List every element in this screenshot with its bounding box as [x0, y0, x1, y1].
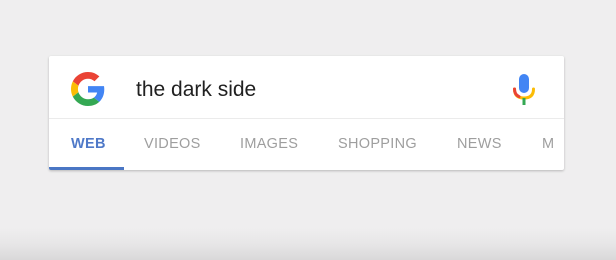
tab-news[interactable]: NEWS: [457, 119, 502, 167]
tab-videos[interactable]: VIDEOS: [144, 119, 201, 167]
tab-more[interactable]: M: [542, 119, 564, 167]
search-card: the dark side WEB VIDEOS IMAGES SHOPPING…: [49, 56, 564, 170]
tab-web[interactable]: WEB: [71, 119, 106, 167]
tab-images[interactable]: IMAGES: [240, 119, 298, 167]
search-bar: the dark side: [49, 56, 564, 118]
microphone-icon[interactable]: [511, 73, 537, 107]
google-logo-icon[interactable]: [71, 72, 105, 106]
active-tab-indicator: [49, 167, 124, 170]
search-tabs: WEB VIDEOS IMAGES SHOPPING NEWS M: [49, 119, 564, 170]
search-query-text[interactable]: the dark side: [136, 77, 256, 103]
tab-shopping[interactable]: SHOPPING: [338, 119, 417, 167]
